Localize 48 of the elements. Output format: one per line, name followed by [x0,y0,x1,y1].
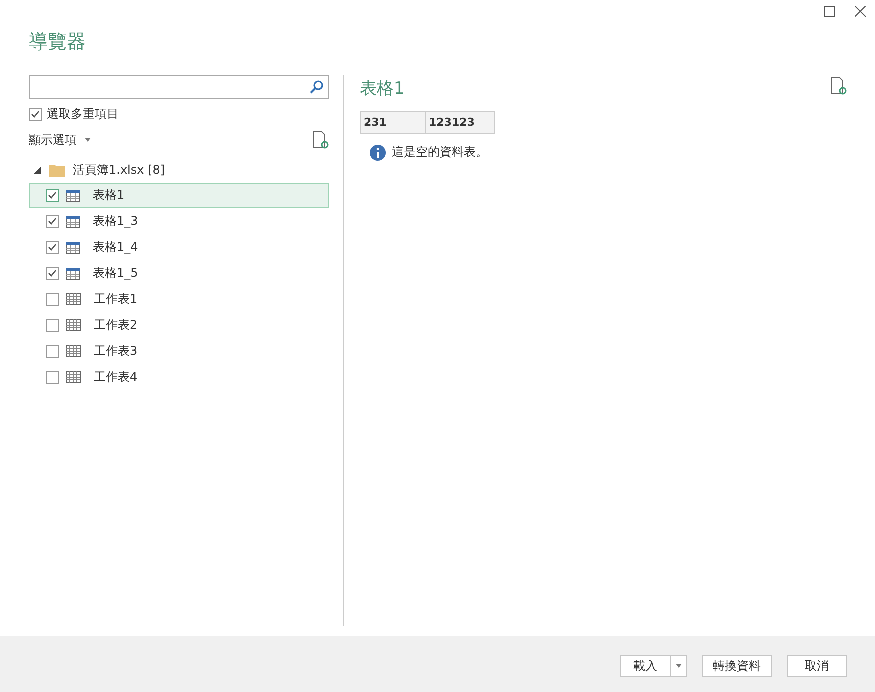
checkbox[interactable] [46,345,59,358]
checkbox[interactable] [46,371,59,384]
sheet-icon [66,319,81,332]
tree-item[interactable]: 表格1 [29,183,329,208]
checkbox[interactable] [46,241,59,254]
search-icon [310,80,324,94]
tree-item[interactable]: 表格1_4 [29,235,329,260]
expanded-arrow-icon[interactable] [34,166,41,174]
sheet-icon [66,293,81,306]
maximize-icon[interactable] [824,6,835,17]
workbook-label: 活頁簿1.xlsx [8] [73,162,166,178]
footer-button[interactable]: 轉換資料 [702,655,772,677]
table-icon [66,190,80,202]
footer-button[interactable]: 取消 [787,655,847,677]
display-options-dropdown[interactable]: 顯示選項 [29,132,91,148]
window-title: 導覽器 [28,30,87,55]
tree-item[interactable]: 表格1_3 [29,209,329,234]
tree-item[interactable]: 工作表2 [29,313,329,338]
folder-icon [49,164,65,176]
refresh-file-icon[interactable] [831,77,847,95]
preview-title: 表格1 [360,78,405,100]
sheet-icon [66,345,81,358]
checkbox[interactable] [46,319,59,332]
checkbox[interactable] [46,267,59,280]
dropdown-button[interactable] [670,655,687,677]
column-header: 123123 [426,111,495,134]
table-icon [66,268,80,280]
checkbox[interactable] [46,215,59,228]
load-button[interactable]: 載入 [620,655,670,677]
tree-item[interactable]: 表格1_5 [29,261,329,286]
checkbox[interactable] [29,108,42,120]
table-icon [66,216,80,228]
tree-item[interactable]: 工作表3 [29,339,329,364]
checkbox-label: 選取多重項目 [47,106,119,122]
column-header: 231 [360,111,426,134]
caret-icon [85,138,91,142]
tree-item[interactable]: 工作表4 [29,365,329,390]
caret-icon [676,664,682,668]
info-icon [370,144,386,160]
checkbox[interactable] [46,189,59,202]
refresh-file-icon[interactable] [313,131,329,149]
table-icon [66,242,80,254]
sheet-icon [66,371,81,384]
tree-item[interactable]: 工作表1 [29,287,329,312]
close-icon[interactable] [855,6,866,17]
search-field[interactable] [29,75,329,99]
empty-table-message: 這是空的資料表。 [392,144,488,161]
checkbox[interactable] [46,293,59,306]
